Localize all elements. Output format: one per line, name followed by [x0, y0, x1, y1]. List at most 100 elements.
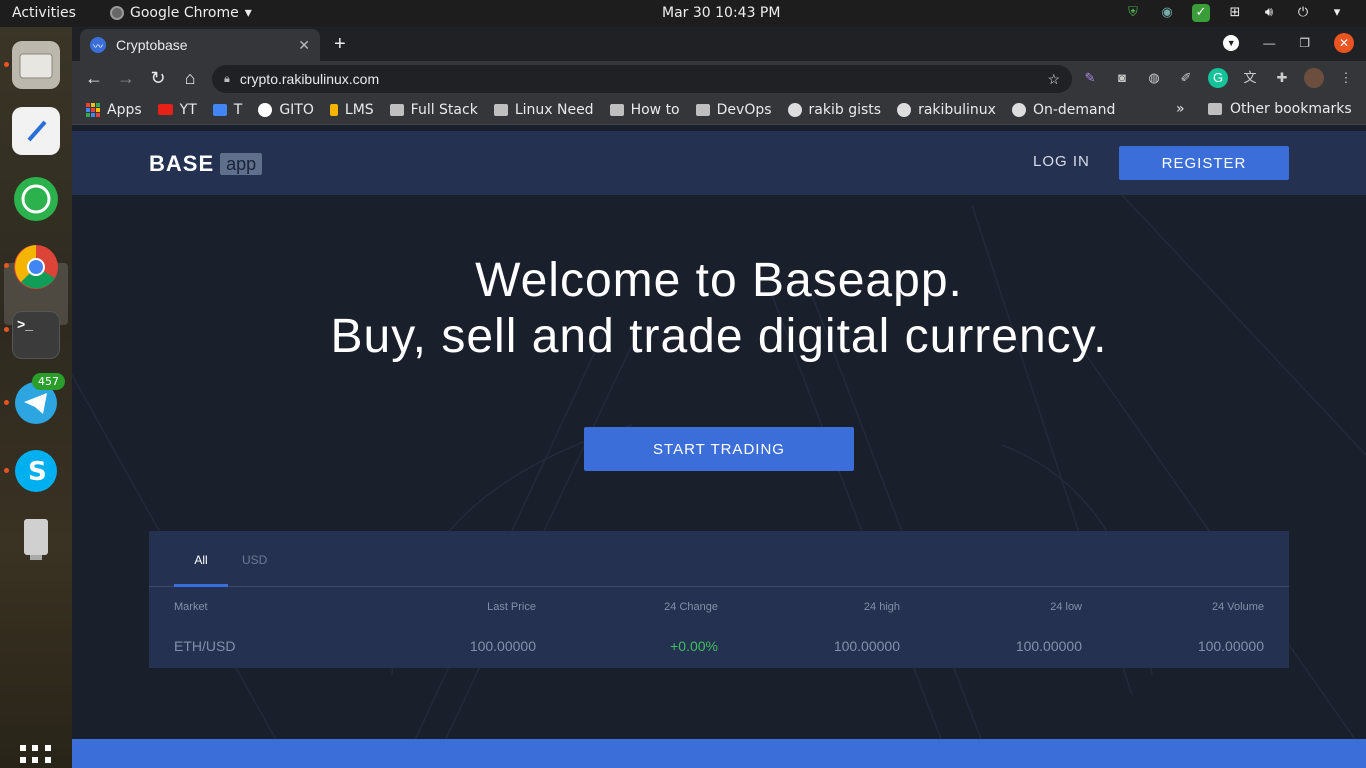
whatsapp-icon[interactable]	[12, 175, 60, 223]
site-logo[interactable]: BASE app	[149, 151, 263, 177]
usb-drive-icon[interactable]	[12, 515, 60, 563]
bookmark-label: rakib gists	[808, 101, 882, 118]
running-indicator	[4, 263, 9, 268]
system-tray: ⛨ ◉ ✓ ⊞ 🔊︎ ⏻ ▾	[1124, 4, 1346, 22]
bookmark-label: On-demand	[1032, 101, 1116, 118]
bookmark-linux-need[interactable]: Linux Need	[493, 101, 594, 118]
site-header: BASE app LOG IN REGISTER	[72, 131, 1366, 195]
bookmark-gito[interactable]: GITO	[258, 102, 314, 118]
other-bookmarks[interactable]: Other bookmarks	[1208, 101, 1352, 117]
clock[interactable]: Mar 30 10:43 PM	[662, 5, 780, 21]
hero-title: Welcome to Baseapp.	[475, 254, 963, 307]
files-icon[interactable]	[12, 41, 60, 89]
bookmark-label: Linux Need	[514, 101, 594, 118]
chrome-icon[interactable]	[12, 243, 60, 291]
app-menu-label: Google Chrome	[130, 5, 239, 21]
terminal-icon[interactable]: >_	[12, 311, 60, 359]
chevron-down-icon[interactable]: ▾	[1328, 4, 1346, 22]
market-table: All USD Market Last Price 24 Change 24 h…	[149, 531, 1289, 668]
folder-icon	[1208, 103, 1222, 115]
power-icon[interactable]: ⏻	[1294, 4, 1312, 22]
table-header: Market Last Price 24 Change 24 high 24 l…	[149, 587, 1289, 625]
dock: >_ 457 S	[0, 27, 72, 768]
globe-icon[interactable]: ◉	[1158, 4, 1176, 22]
reload-icon[interactable]: ↻	[146, 67, 170, 89]
volume-icon[interactable]: 🔊︎	[1260, 4, 1278, 22]
bookmark-label: T	[233, 101, 243, 118]
feather-extension-icon[interactable]: ✎	[1080, 68, 1100, 88]
folder-icon	[609, 103, 624, 116]
start-trading-button[interactable]: START TRADING	[584, 427, 854, 471]
bookmark-t[interactable]: T	[212, 101, 243, 118]
tab-usd[interactable]: USD	[242, 553, 267, 567]
text-editor-icon[interactable]	[12, 107, 60, 155]
address-bar[interactable]: 🔒︎ crypto.rakibulinux.com ☆	[212, 65, 1072, 93]
shield-icon[interactable]: ⛨	[1124, 4, 1142, 22]
bookmark-yt[interactable]: YT	[157, 102, 197, 118]
column-header: Market	[174, 601, 208, 613]
running-indicator	[4, 468, 9, 473]
github-icon	[897, 102, 912, 117]
maximize-icon[interactable]: ❐	[1299, 36, 1310, 50]
tab-cryptobase[interactable]: 〰 Cryptobase ✕	[80, 29, 320, 61]
register-button[interactable]: REGISTER	[1119, 146, 1289, 180]
skype-icon[interactable]: S	[12, 447, 60, 495]
bookmark-full-stack[interactable]: Full Stack	[389, 101, 478, 118]
more-bookmarks-button[interactable]: »	[1176, 101, 1185, 117]
market-pair: ETH/USD	[174, 638, 236, 654]
extensions-puzzle-icon[interactable]: ✚	[1272, 68, 1292, 88]
system-top-bar: Activities Google Chrome ▾ Mar 30 10:43 …	[0, 0, 1366, 27]
bookmark-label: Full Stack	[410, 101, 478, 118]
new-tab-button[interactable]: +	[334, 33, 346, 56]
logo-sub-text: app	[220, 153, 263, 175]
tab-all[interactable]: All	[174, 553, 228, 567]
check-icon[interactable]: ✓	[1192, 4, 1210, 22]
bookmarks-bar: Apps YT T GITO LMS Full Stack Linux Need	[72, 95, 1366, 125]
tab-strip: 〰 Cryptobase ✕ + ▼ — ❐ ✕	[72, 27, 1366, 61]
folder-icon	[493, 103, 508, 116]
app-menu[interactable]: Google Chrome ▾	[110, 5, 252, 21]
low-24h: 100.00000	[1015, 638, 1082, 654]
bookmark-apps[interactable]: Apps	[86, 102, 142, 118]
network-icon[interactable]: ⊞	[1226, 4, 1244, 22]
tab-search-icon[interactable]: ▼	[1223, 35, 1240, 51]
globe-icon	[1011, 102, 1026, 117]
market-tabs: All USD	[149, 531, 1289, 587]
globe-extension-icon[interactable]: ◍	[1144, 68, 1164, 88]
login-link[interactable]: LOG IN	[1033, 153, 1090, 170]
eyedropper-extension-icon[interactable]: ✐	[1176, 68, 1196, 88]
github-icon	[787, 102, 802, 117]
close-window-icon[interactable]: ✕	[1334, 33, 1354, 53]
chrome-icon	[110, 6, 124, 20]
grammarly-icon[interactable]: G	[1208, 68, 1228, 88]
url-text[interactable]: crypto.rakibulinux.com	[240, 71, 1038, 87]
home-icon[interactable]: ⌂	[178, 67, 202, 89]
bookmark-how-to[interactable]: How to	[609, 102, 680, 118]
bookmark-label: rakibulinux	[918, 101, 996, 118]
high-24h: 100.00000	[833, 638, 900, 654]
forward-icon[interactable]: →	[114, 67, 138, 89]
youtube-icon	[157, 104, 173, 115]
bookmark-star-icon[interactable]: ☆	[1047, 71, 1060, 88]
bookmark-lms[interactable]: LMS	[329, 102, 374, 118]
browser-toolbar: ← → ↻ ⌂ 🔒︎ crypto.rakibulinux.com ☆ ✎ ◙ …	[72, 61, 1366, 95]
change-24h: +0.00%	[670, 638, 718, 654]
bookmark-on-demand[interactable]: On-demand	[1011, 101, 1116, 118]
screenshot-extension-icon[interactable]: ◙	[1112, 68, 1132, 88]
menu-kebab-icon[interactable]: ⋮	[1336, 68, 1356, 88]
profile-avatar[interactable]	[1304, 68, 1324, 88]
lock-icon[interactable]: 🔒︎	[224, 73, 230, 86]
minimize-icon[interactable]: —	[1263, 36, 1275, 50]
show-applications-icon[interactable]	[20, 745, 52, 768]
translate-extension-icon[interactable]: 文	[1240, 68, 1260, 88]
bookmark-rakibulinux[interactable]: rakibulinux	[897, 102, 996, 118]
hero-section: Welcome to Baseapp. Buy, sell and trade …	[72, 195, 1366, 768]
activities-button[interactable]: Activities	[12, 5, 76, 21]
close-icon[interactable]: ✕	[298, 37, 310, 54]
back-icon[interactable]: ←	[82, 67, 106, 89]
bookmark-rakib-gists[interactable]: rakib gists	[787, 101, 882, 118]
bookmark-label: Other bookmarks	[1230, 101, 1352, 117]
bookmark-devops[interactable]: DevOps	[695, 102, 772, 118]
web-page: BASE app LOG IN REGISTER Welcome to Base…	[72, 131, 1366, 768]
table-row[interactable]: ETH/USD 100.00000 +0.00% 100.00000 100.0…	[149, 625, 1289, 663]
